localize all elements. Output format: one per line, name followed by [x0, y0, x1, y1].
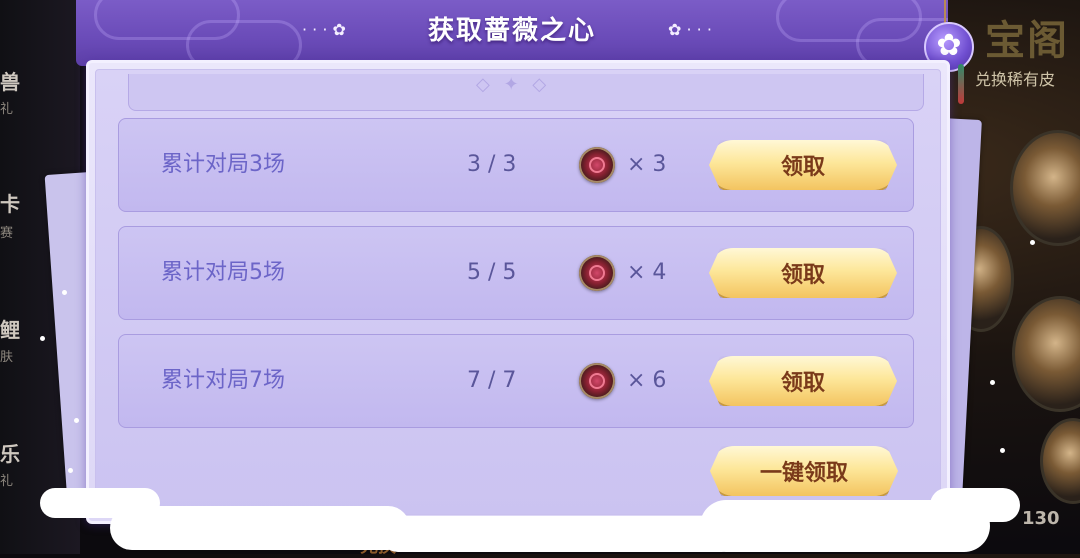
title-deco-right: ✿ · · · — [668, 20, 712, 39]
reward-quantity: × 3 — [627, 152, 667, 177]
reward-quantity: × 6 — [627, 368, 667, 393]
snow-decoration — [930, 488, 1020, 522]
snowflake — [40, 336, 45, 341]
task-label: 累计对局7场 — [161, 368, 285, 393]
snow-decoration — [110, 506, 410, 550]
gem-string — [944, 0, 946, 24]
task-row: 累计对局3场 3 / 3 × 3 领取 — [118, 118, 914, 212]
bg-sublabel: 肤 — [0, 350, 14, 365]
panel-ornament: ◇ ✦ ◇ — [476, 74, 551, 95]
task-progress: 5 / 5 — [467, 260, 517, 285]
task-progress: 3 / 3 — [467, 152, 517, 177]
snowflake — [1030, 240, 1035, 245]
snowflake — [62, 290, 67, 295]
bg-hero-portrait — [1040, 418, 1080, 504]
dialog-title: 获取蔷薇之心 — [427, 16, 596, 46]
bg-label: 鲤 — [0, 318, 20, 342]
claim-button[interactable]: 领取 — [709, 140, 897, 190]
snowflake — [68, 468, 73, 473]
snowflake — [74, 418, 79, 423]
rose-heart-coin-icon — [579, 255, 615, 291]
task-label: 累计对局5场 — [161, 260, 285, 285]
task-label: 累计对局3场 — [161, 152, 285, 177]
bg-hero-portrait — [1010, 130, 1080, 246]
claim-button[interactable]: 领取 — [709, 248, 897, 298]
reward-quantity: × 4 — [627, 260, 667, 285]
bg-sublabel: 礼 — [0, 474, 14, 489]
tassel-decoration — [958, 64, 964, 104]
snowflake — [1000, 448, 1005, 453]
snowflake — [990, 380, 995, 385]
bg-label: 卡 — [0, 192, 20, 216]
bg-store-subtitle: 兑换稀有皮 — [975, 70, 1056, 89]
bg-store-title: 宝阁 — [985, 17, 1069, 64]
snow-decoration — [380, 516, 740, 552]
bg-hero-portrait — [1012, 296, 1080, 412]
task-row: 累计对局7场 7 / 7 × 6 领取 — [118, 334, 914, 428]
bg-label: 兽 — [0, 70, 20, 94]
dialog-header: · · · ✿ 获取蔷薇之心 ✿ · · · — [76, 0, 948, 66]
task-row: 累计对局5场 5 / 5 × 4 领取 — [118, 226, 914, 320]
task-progress: 7 / 7 — [467, 368, 517, 393]
bg-count: 130 — [1022, 508, 1060, 529]
bg-sublabel: 赛 — [0, 226, 14, 241]
claim-button[interactable]: 领取 — [709, 356, 897, 406]
rose-heart-coin-icon — [579, 147, 615, 183]
claim-all-button[interactable]: 一键领取 — [710, 446, 898, 496]
bg-label: 乐 — [0, 442, 20, 466]
bg-sublabel: 礼 — [0, 102, 14, 117]
rose-heart-coin-icon — [579, 363, 615, 399]
